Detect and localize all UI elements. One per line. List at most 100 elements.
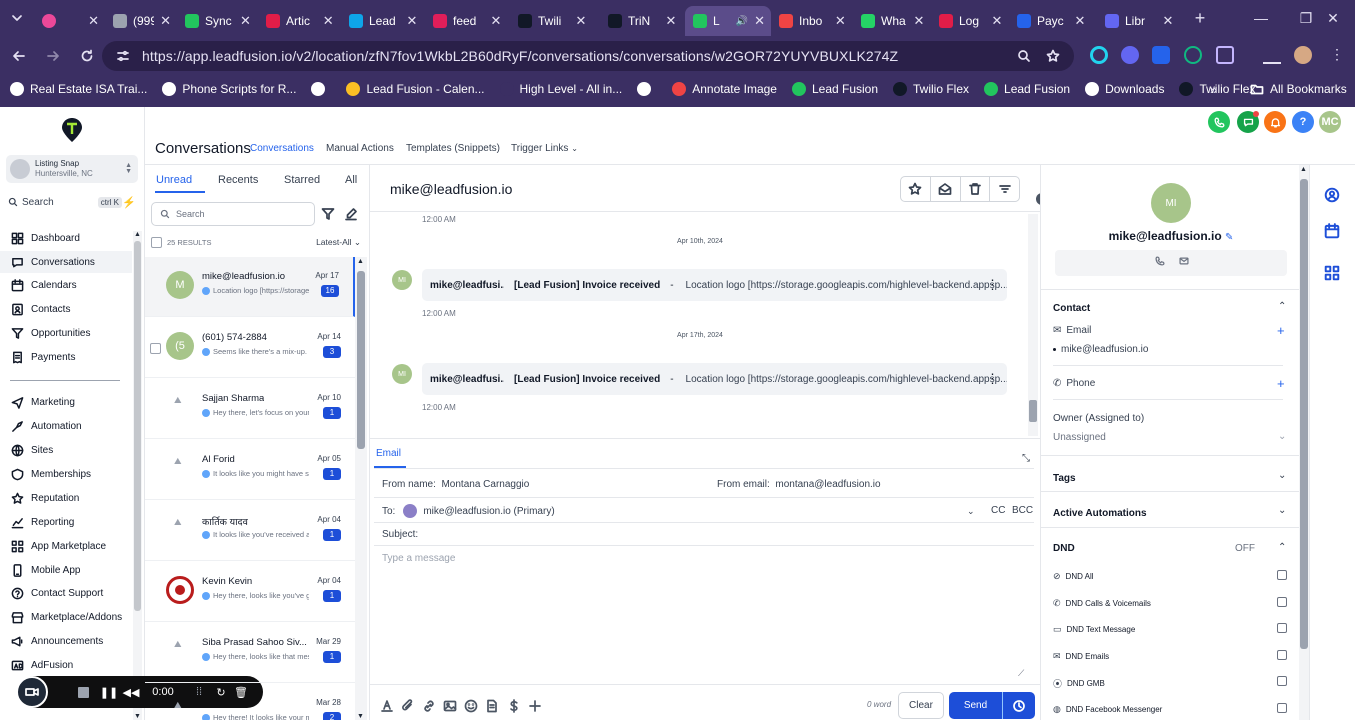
scroll-down-icon[interactable]: ▼ [357,713,364,720]
sidebar-item-contacts[interactable]: Contacts [0,298,132,320]
chevron-down-icon[interactable]: ⌄ [967,506,975,517]
emoji-icon[interactable] [464,699,478,713]
message-menu-icon[interactable]: ⋮ [986,371,999,387]
sort-dropdown[interactable]: Latest-All ⌄ [316,237,361,248]
from-email-field[interactable]: From email: montana@leadfusion.io [717,479,881,490]
sidebar-item-reporting[interactable]: Reporting [0,511,132,533]
close-window-button[interactable]: ✕ [1310,0,1355,36]
scroll-up-icon[interactable]: ▲ [1300,166,1307,173]
link-icon[interactable] [422,699,436,713]
thread-scrollbar[interactable] [1028,214,1038,436]
chevron-up-icon[interactable]: ⌃ [1278,301,1286,312]
filter-icon[interactable] [321,207,335,221]
site-settings-icon[interactable] [116,49,130,63]
sidebar-item-marketplace-addons[interactable]: Marketplace/Addons [0,606,132,628]
image-icon[interactable] [443,699,457,713]
sidebar-item-memberships[interactable]: Memberships [0,463,132,485]
sidebar-item-dashboard[interactable]: Dashboard [0,227,132,249]
to-field[interactable]: To: mike@leadfusion.io (Primary) ⌄ [382,504,975,518]
tab-conversations[interactable]: Conversations [250,143,314,154]
bookmark-item[interactable]: Lead Fusion [791,82,878,96]
collapse-compose-icon[interactable]: ⤡ [1022,453,1030,464]
conversation-item[interactable]: ⛰ Hey there! It looks like your mor Mar 28… [145,684,355,720]
bookmark-item[interactable]: High Level - All in... [499,82,622,96]
close-tab-icon[interactable]: ✕ [834,13,847,29]
edit-pencil-icon[interactable]: ✎ [1225,232,1233,243]
close-tab-icon[interactable]: ✕ [88,13,99,29]
extensions-puzzle-icon[interactable] [1216,46,1234,64]
stop-record-icon[interactable] [76,685,90,699]
sidebar-item-adfusion[interactable]: AdFusion [0,654,132,676]
bcc-button[interactable]: BCC [1012,505,1033,516]
tags-section[interactable]: Tags [1053,473,1076,484]
active-automations-section[interactable]: Active Automations [1053,508,1147,519]
extension-icon[interactable] [1184,46,1202,64]
chevron-down-icon[interactable]: ⌄ [1278,431,1286,442]
close-tab-icon[interactable]: ✕ [489,13,503,29]
rewind-icon[interactable]: ◀◀ [123,685,140,699]
camera-icon[interactable] [16,676,48,708]
bookmark-item[interactable]: Twilio Flex [893,82,969,96]
tab-all[interactable]: All [345,174,357,186]
tab-templates[interactable]: Templates (Snippets) [406,143,500,154]
tab-unread[interactable]: Unread [156,174,192,186]
omnibox[interactable]: https://app.leadfusion.io/v2/location/zf… [102,41,1074,71]
add-phone-button[interactable]: + [1277,376,1285,391]
bookmark-item[interactable] [311,82,331,96]
dollar-icon[interactable] [507,699,521,713]
speaker-icon[interactable]: 🔊 [736,16,748,27]
mark-read-button[interactable] [931,177,961,201]
sidebar-item-sites[interactable]: Sites [0,439,132,461]
message-row[interactable]: mike@leadfusi... [Lead Fusion] Invoice r… [422,269,1007,301]
close-tab-icon[interactable]: ✕ [991,13,1003,29]
reading-list-icon[interactable] [1263,46,1281,64]
bolt-icon[interactable]: ⚡ [122,196,136,209]
notifications-bell-icon[interactable] [1264,111,1286,133]
schedule-send-button[interactable] [1003,692,1035,719]
sidebar-item-marketing[interactable]: Marketing [0,391,132,413]
browser-tab[interactable]: Log ✕ [931,6,1009,36]
close-tab-icon[interactable]: ✕ [1161,13,1175,29]
forward-button[interactable] [38,41,68,71]
message-row[interactable]: mike@leadfusi... [Lead Fusion] Invoice r… [422,363,1007,395]
browser-tab[interactable]: Wha ✕ [853,6,931,36]
sidebar-item-reputation[interactable]: Reputation [0,487,132,509]
conversation-search-input[interactable]: Search [151,202,315,226]
from-name-field[interactable]: From name: Montana Carnaggio [382,479,529,490]
close-tab-icon[interactable]: ✕ [664,13,678,29]
sidebar-item-contact-support[interactable]: Contact Support [0,582,132,604]
sidebar-item-calendars[interactable]: Calendars [0,274,132,296]
calendar-icon[interactable] [1324,223,1340,239]
sidebar-item-app-marketplace[interactable]: App Marketplace [0,535,132,557]
text-format-icon[interactable] [380,699,394,713]
sidebar-item-payments[interactable]: Payments [0,346,132,368]
all-bookmarks[interactable]: All Bookmarks [1250,82,1347,96]
send-button[interactable]: Send [949,692,1035,719]
bookmark-item[interactable]: Lead Fusion [984,82,1070,96]
browser-tab[interactable]: Lead ✕ [341,6,425,36]
resize-handle-icon[interactable]: ⟋ [1018,668,1024,679]
close-tab-icon[interactable]: ✕ [160,13,171,29]
compose-icon[interactable] [344,207,358,221]
conversation-item[interactable]: ⛰ Siba Prasad Sahoo Siv... Hey there, look… [145,623,355,683]
message-input[interactable]: Type a message [382,553,455,564]
zoom-icon[interactable] [1017,49,1031,63]
integrations-icon[interactable] [1324,265,1340,281]
close-tab-icon[interactable]: ✕ [239,13,252,29]
browser-tab[interactable]: Libr ✕ [1097,6,1182,36]
details-scrollbar[interactable]: ▲ [1299,165,1309,720]
tab-search-button[interactable] [0,0,34,36]
minimize-button[interactable]: — [1238,0,1284,36]
close-tab-icon[interactable]: ✕ [321,13,335,29]
dnd-checkbox[interactable] [1277,676,1287,686]
phone-call-icon[interactable] [1208,111,1230,133]
sidebar-scrollbar[interactable]: ▼ ▲ [133,231,142,720]
owner-select[interactable]: Unassigned [1053,432,1106,443]
close-tab-icon[interactable]: ✕ [405,13,419,29]
clear-button[interactable]: Clear [898,692,944,719]
bookmark-item[interactable]: Twilio Flex [1179,82,1255,96]
add-email-button[interactable]: + [1277,323,1285,338]
conversation-item[interactable]: (5 (601) 574-2884 Seems like there's a mix… [145,318,355,378]
sidebar-item-mobile-app[interactable]: Mobile App [0,559,132,581]
browser-tab[interactable]: L 🔊 ✕ [685,6,771,36]
